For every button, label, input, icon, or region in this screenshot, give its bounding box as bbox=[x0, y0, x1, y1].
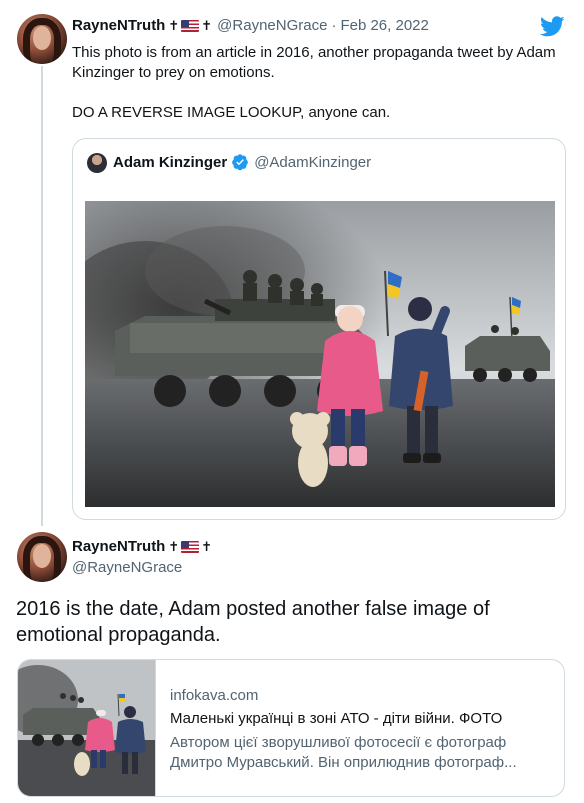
cross-icon: ✝ bbox=[201, 538, 213, 554]
quoted-tweet-card[interactable]: Adam Kinzinger @AdamKinzinger bbox=[72, 138, 566, 520]
link-title[interactable]: Маленькі українці в зоні АТО - діти війн… bbox=[170, 710, 502, 727]
link-domain[interactable]: infokava.com bbox=[170, 687, 258, 704]
cross-icon: ✝ bbox=[201, 17, 213, 33]
user-handle[interactable]: @RayneNGrace bbox=[72, 559, 182, 576]
verified-badge-icon bbox=[232, 154, 249, 171]
quoted-handle[interactable]: @AdamKinzinger bbox=[254, 154, 371, 171]
user-handle[interactable]: @RayneNGrace bbox=[217, 17, 327, 34]
cross-icon: ✝ bbox=[168, 17, 180, 33]
tweet-header: RayneNTruth ✝ ✝ @RayneNGrace · Feb 26, 2… bbox=[72, 17, 429, 34]
quoted-avatar[interactable] bbox=[87, 153, 107, 173]
tweet-text: 2016 is the date, Adam posted another fa… bbox=[16, 598, 490, 646]
link-preview-card[interactable]: infokava.com Маленькі українці в зоні АТ… bbox=[17, 659, 565, 797]
us-flag-icon bbox=[181, 540, 200, 553]
display-name[interactable]: RayneNTruth bbox=[72, 538, 165, 555]
cross-icon: ✝ bbox=[168, 538, 180, 554]
avatar[interactable] bbox=[17, 532, 67, 582]
display-name[interactable]: RayneNTruth bbox=[72, 17, 165, 34]
twitter-bird-icon[interactable] bbox=[540, 16, 565, 37]
thread-connector-line bbox=[41, 66, 43, 526]
separator-dot: · bbox=[331, 17, 337, 34]
quoted-display-name[interactable]: Adam Kinzinger bbox=[113, 154, 227, 171]
avatar[interactable] bbox=[17, 14, 67, 64]
tweet-date[interactable]: Feb 26, 2022 bbox=[340, 17, 428, 34]
tweet-screenshot: RayneNTruth ✝ ✝ @RayneNGrace · Feb 26, 2… bbox=[0, 0, 584, 803]
quoted-photo[interactable] bbox=[85, 201, 555, 507]
tweet-text: This photo is from an article in 2016, a… bbox=[72, 44, 556, 121]
tweet2-header: RayneNTruth ✝ ✝ bbox=[72, 538, 212, 555]
link-thumbnail[interactable] bbox=[18, 660, 156, 796]
link-description: Автором цієї зворушливої фотосесії є фот… bbox=[170, 734, 517, 771]
us-flag-icon bbox=[181, 19, 200, 32]
quoted-header: Adam Kinzinger @AdamKinzinger bbox=[113, 153, 371, 171]
